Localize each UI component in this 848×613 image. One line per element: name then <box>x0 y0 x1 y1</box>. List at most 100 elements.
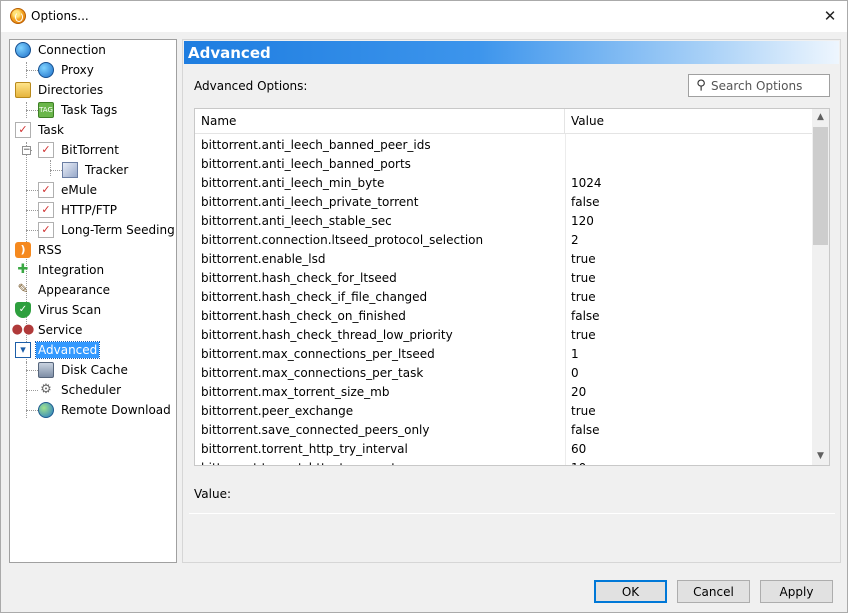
vertical-scrollbar[interactable]: ▲ ▼ <box>812 109 829 465</box>
tree-connector <box>26 410 38 411</box>
task-icon: ✓ <box>15 122 31 138</box>
option-name: bittorrent.anti_leech_banned_peer_ids <box>201 138 431 152</box>
table-row[interactable]: bittorrent.torrent_http_try_count 10 <box>195 459 812 465</box>
options-table: Name Value bittorrent.anti_leech_banned_… <box>194 108 830 466</box>
tree-item-tracker[interactable]: Tracker <box>62 160 130 180</box>
option-value: true <box>571 271 596 285</box>
tree-item-directories[interactable]: Directories <box>15 80 105 100</box>
table-row[interactable]: bittorrent.connection.ltseed_protocol_se… <box>195 231 812 250</box>
task-icon: ✓ <box>38 142 54 158</box>
value-label: Value: <box>194 487 231 501</box>
tree-connector <box>26 230 38 231</box>
tree-item-bittorrent[interactable]: ✓ BitTorrent <box>38 140 121 160</box>
tree-item-virus-scan[interactable]: ✓ Virus Scan <box>15 300 103 320</box>
option-value: 2 <box>571 233 579 247</box>
table-row[interactable]: bittorrent.anti_leech_stable_sec 120 <box>195 212 812 231</box>
tree-item-service[interactable]: ●● Service <box>12 320 84 340</box>
rss-icon: ) <box>15 242 31 258</box>
table-row[interactable]: bittorrent.hash_check_for_ltseed true <box>195 269 812 288</box>
tree-connector <box>50 160 51 176</box>
tag-icon: TAG <box>38 102 54 118</box>
puzzle-icon: ✚ <box>17 262 29 277</box>
table-row[interactable]: bittorrent.anti_leech_private_torrent fal… <box>195 193 812 212</box>
tree-item-long-term-seeding[interactable]: ✓ Long-Term Seeding <box>38 220 177 240</box>
option-value: false <box>571 423 600 437</box>
advanced-options-label: Advanced Options: <box>194 79 308 93</box>
disk-icon <box>38 362 54 378</box>
table-row[interactable]: bittorrent.max_connections_per_ltseed 1 <box>195 345 812 364</box>
network-icon <box>38 62 54 78</box>
collapse-bittorrent-toggle[interactable]: − <box>22 146 31 155</box>
table-row[interactable]: bittorrent.hash_check_if_file_changed tru… <box>195 288 812 307</box>
tree-item-proxy[interactable]: Proxy <box>38 60 96 80</box>
option-name: bittorrent.max_connections_per_ltseed <box>201 347 435 361</box>
table-row[interactable]: bittorrent.enable_lsd true <box>195 250 812 269</box>
cancel-button[interactable]: Cancel <box>677 580 750 603</box>
tree-item-advanced[interactable]: ▾ Advanced <box>15 340 101 360</box>
option-name: bittorrent.anti_leech_private_torrent <box>201 195 419 209</box>
column-header-value[interactable]: Value <box>565 109 812 134</box>
option-name: bittorrent.anti_leech_min_byte <box>201 176 385 190</box>
table-row[interactable]: bittorrent.anti_leech_min_byte 1024 <box>195 174 812 193</box>
option-value: 0 <box>571 366 579 380</box>
cube-icon <box>62 162 78 178</box>
search-box[interactable]: ⚲ <box>688 74 830 97</box>
search-input[interactable] <box>711 76 827 95</box>
table-row[interactable]: bittorrent.max_connections_per_task 0 <box>195 364 812 383</box>
tree-item-connection[interactable]: Connection <box>15 40 108 60</box>
advanced-panel: Advanced Advanced Options: ⚲ Name Value … <box>182 39 841 563</box>
tree-item-task[interactable]: ✓ Task <box>15 120 66 140</box>
tree-item-task-tags[interactable]: TAG Task Tags <box>38 100 119 120</box>
tree-item-appearance[interactable]: ✎ Appearance <box>15 280 112 300</box>
option-name: bittorrent.hash_check_on_finished <box>201 309 406 323</box>
tree-connector <box>26 390 38 391</box>
scroll-down-button[interactable]: ▼ <box>812 448 829 465</box>
tree-item-scheduler[interactable]: ⚙ Scheduler <box>38 380 123 400</box>
table-row[interactable]: bittorrent.peer_exchange true <box>195 402 812 421</box>
globe-icon <box>15 42 31 58</box>
table-row[interactable]: bittorrent.save_connected_peers_only fals… <box>195 421 812 440</box>
palette-icon: ✎ <box>17 282 29 297</box>
table-row[interactable]: bittorrent.hash_check_on_finished false <box>195 307 812 326</box>
tree-connector <box>26 110 38 111</box>
option-value: true <box>571 290 596 304</box>
option-name: bittorrent.anti_leech_banned_ports <box>201 157 411 171</box>
close-button[interactable]: ✕ <box>817 4 843 28</box>
ok-button[interactable]: OK <box>594 580 667 603</box>
option-value: 60 <box>571 442 587 456</box>
option-name: bittorrent.anti_leech_stable_sec <box>201 214 392 228</box>
tree-item-remote-download[interactable]: Remote Download <box>38 400 173 420</box>
tree-item-rss[interactable]: ) RSS <box>15 240 64 260</box>
option-name: bittorrent.max_torrent_size_mb <box>201 385 390 399</box>
task-icon: ✓ <box>38 202 54 218</box>
chevron-down-icon: ▼ <box>817 451 824 461</box>
folder-icon <box>15 82 31 98</box>
table-row[interactable]: bittorrent.anti_leech_banned_peer_ids <box>195 136 812 155</box>
option-name: bittorrent.torrent_http_try_count <box>201 459 563 465</box>
option-name: bittorrent.enable_lsd <box>201 252 326 266</box>
table-header: Name Value <box>195 109 812 134</box>
table-row[interactable]: bittorrent.hash_check_thread_low_priorit… <box>195 326 812 345</box>
table-row[interactable]: bittorrent.torrent_http_try_interval 60 <box>195 440 812 459</box>
table-row[interactable]: bittorrent.max_torrent_size_mb 20 <box>195 383 812 402</box>
option-name: bittorrent.connection.ltseed_protocol_se… <box>201 233 484 247</box>
scroll-up-button[interactable]: ▲ <box>812 109 829 126</box>
column-header-name[interactable]: Name <box>195 109 565 134</box>
tree-item-disk-cache[interactable]: Disk Cache <box>38 360 130 380</box>
option-name: bittorrent.torrent_http_try_interval <box>201 442 408 456</box>
options-tree: − Connection Proxy Directories TAG Task … <box>9 39 177 563</box>
option-value: true <box>571 328 596 342</box>
option-value: 120 <box>571 214 594 228</box>
table-row[interactable]: bittorrent.anti_leech_banned_ports <box>195 155 812 174</box>
clock-icon: ⚙ <box>40 382 52 397</box>
tree-item-emule[interactable]: ✓ eMule <box>38 180 99 200</box>
option-name: bittorrent.peer_exchange <box>201 404 354 418</box>
task-icon: ✓ <box>38 182 54 198</box>
option-value: false <box>571 195 600 209</box>
window-title: Options... <box>31 9 89 23</box>
scrollbar-thumb[interactable] <box>813 127 828 245</box>
tree-item-http-ftp[interactable]: ✓ HTTP/FTP <box>38 200 119 220</box>
tree-item-integration[interactable]: ✚ Integration <box>15 260 106 280</box>
option-value: true <box>571 404 596 418</box>
apply-button[interactable]: Apply <box>760 580 833 603</box>
